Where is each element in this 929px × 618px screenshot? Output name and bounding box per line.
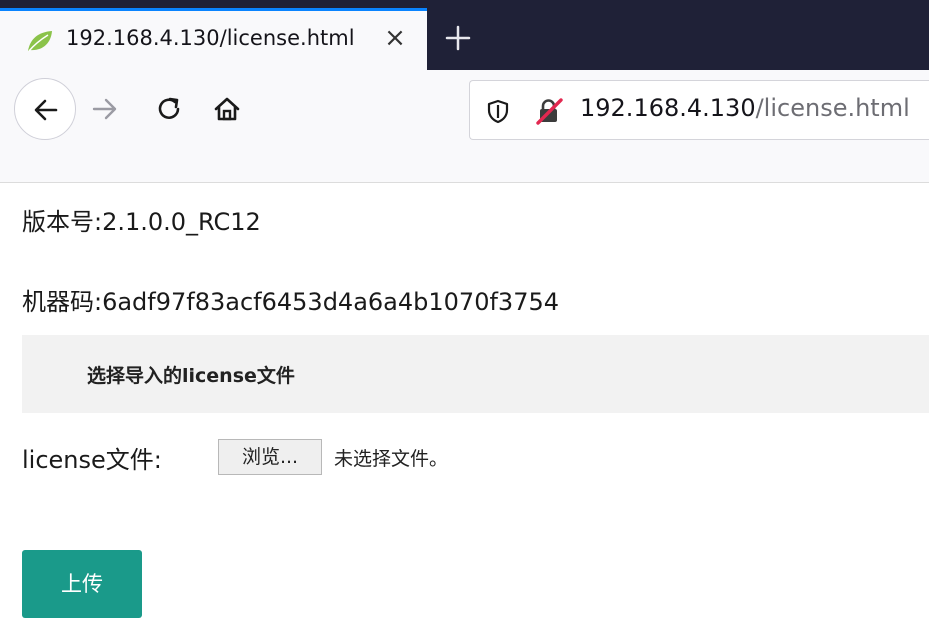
back-button[interactable] xyxy=(14,78,76,140)
tab-license[interactable]: 192.168.4.130/license.html × xyxy=(0,8,427,70)
file-status: 未选择文件。 xyxy=(334,448,449,470)
reload-icon[interactable] xyxy=(152,92,186,130)
browse-button[interactable]: 浏览... xyxy=(218,439,322,475)
url-text: 192.168.4.130/license.html xyxy=(580,94,910,122)
panel-title: 选择导入的license文件 xyxy=(87,365,295,387)
insecure-lock-icon[interactable] xyxy=(535,97,563,129)
plus-icon[interactable] xyxy=(442,22,474,54)
url-path: /license.html xyxy=(755,94,910,122)
back-arrow-icon xyxy=(34,99,58,121)
upload-button[interactable]: 上传 xyxy=(22,550,142,618)
tab-title: 192.168.4.130/license.html xyxy=(66,26,355,50)
shield-icon[interactable] xyxy=(485,98,511,128)
license-panel-header: 选择导入的license文件 xyxy=(22,335,929,413)
tab-strip: 192.168.4.130/license.html × xyxy=(0,0,929,70)
close-icon[interactable]: × xyxy=(382,25,408,51)
home-icon[interactable] xyxy=(210,92,244,130)
forward-arrow-icon[interactable] xyxy=(88,92,122,130)
address-bar[interactable]: 192.168.4.130/license.html xyxy=(469,80,929,140)
version-number: 版本号:2.1.0.0_RC12 xyxy=(22,208,261,236)
spring-leaf-favicon-icon xyxy=(26,29,54,53)
nav-toolbar: 192.168.4.130/license.html xyxy=(0,70,929,183)
url-host: 192.168.4.130 xyxy=(580,94,756,122)
machine-code: 机器码:6adf97f83acf6453d4a6a4b1070f3754 xyxy=(22,288,559,316)
license-file-label: license文件: xyxy=(22,446,162,474)
